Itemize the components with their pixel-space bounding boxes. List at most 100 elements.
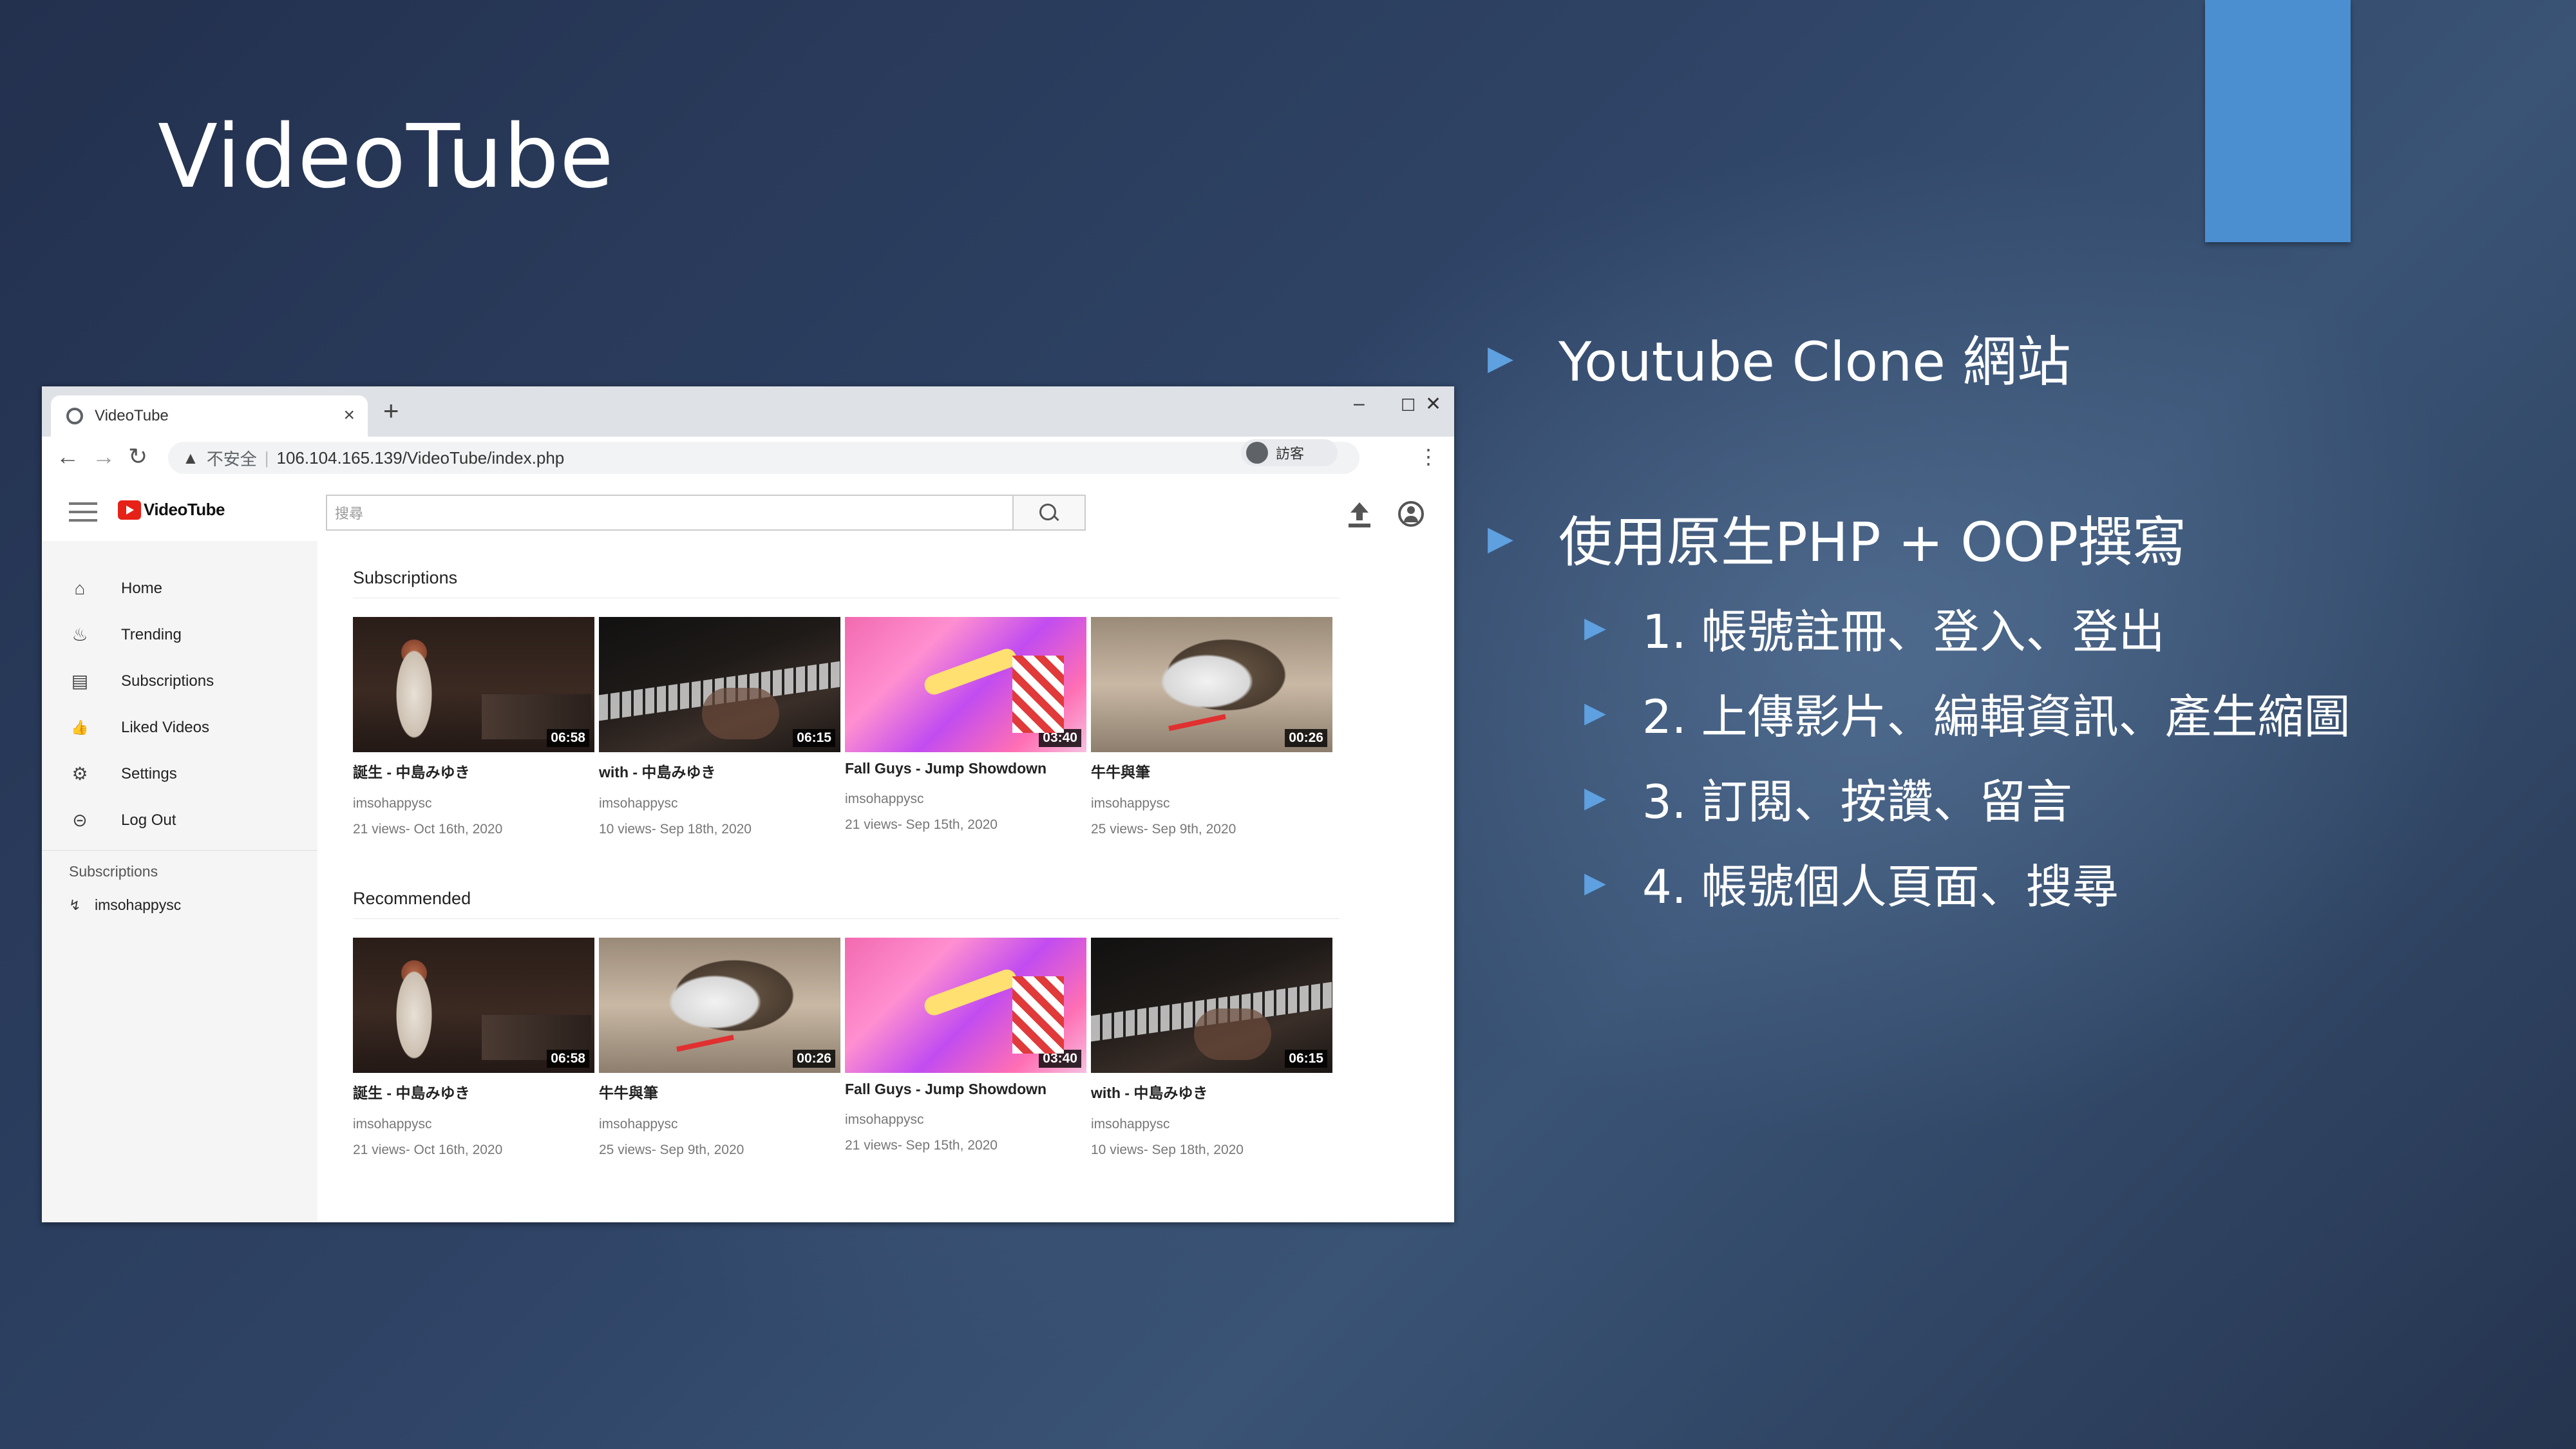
- duration-badge: 06:58: [547, 1050, 589, 1068]
- duration-badge: 03:40: [1039, 729, 1081, 747]
- bullet-arrow-icon: ▶: [1488, 338, 1513, 377]
- video-card[interactable]: 06:15 with - 中島みゆき imsohappysc 10 views-…: [599, 617, 840, 837]
- sidebar-item-home[interactable]: ⌂ Home: [42, 569, 317, 608]
- main-content: Subscriptions 06:58 誕生 - 中島みゆき imsohappy…: [317, 541, 1454, 1222]
- window-close-button[interactable]: ✕: [1425, 393, 1441, 415]
- video-channel[interactable]: imsohappysc: [1091, 796, 1332, 811]
- browser-menu-icon[interactable]: ⋮: [1418, 444, 1439, 469]
- account-icon[interactable]: [1398, 501, 1424, 527]
- video-channel[interactable]: imsohappysc: [353, 1117, 594, 1132]
- video-channel[interactable]: imsohappysc: [1091, 1117, 1332, 1132]
- browser-window: VideoTube × + – ☐ ✕ ← → ↻ ▲ 不安全 | 106.10…: [42, 386, 1454, 1222]
- guest-label: 訪客: [1276, 446, 1305, 462]
- video-card[interactable]: 03:40 Fall Guys - Jump Showdown imsohapp…: [845, 617, 1086, 833]
- maximize-button[interactable]: ☐: [1401, 395, 1416, 415]
- channel-avatar-icon: ↯: [69, 896, 81, 913]
- sub-bullet-2: ▶ 2. 上傳影片、編輯資訊、產生縮圖: [1584, 679, 2351, 746]
- sidebar-item-label: Liked Videos: [121, 719, 209, 736]
- sub-bullet-text: 3. 訂閱、按讚、留言: [1642, 775, 2072, 829]
- video-title[interactable]: 牛牛與筆: [1091, 760, 1332, 782]
- video-channel[interactable]: imsohappysc: [845, 791, 1086, 807]
- sidebar-item-label: Subscriptions: [121, 672, 214, 690]
- play-logo-icon: [118, 500, 141, 520]
- video-card[interactable]: 06:15 with - 中島みゆき imsohappysc 10 views-…: [1091, 938, 1332, 1158]
- video-title[interactable]: with - 中島みゆき: [599, 760, 840, 782]
- slide-title: VideoTube: [158, 106, 614, 208]
- url-text: 106.104.165.139/VideoTube/index.php: [276, 448, 565, 468]
- duration-badge: 00:26: [1285, 729, 1327, 747]
- bullet-2: ▶ 使用原生PHP + OOP撰寫: [1488, 499, 2186, 577]
- video-meta: 21 views- Oct 16th, 2020: [353, 822, 503, 837]
- tab-close-button[interactable]: ×: [343, 404, 355, 426]
- guest-profile-button[interactable]: 訪客: [1241, 439, 1338, 466]
- video-channel[interactable]: imsohappysc: [599, 1117, 840, 1132]
- video-thumbnail[interactable]: 06:58: [353, 617, 594, 752]
- sub-bullet-4: ▶ 4. 帳號個人頁面、搜尋: [1584, 849, 2119, 916]
- logo[interactable]: VideoTube: [118, 500, 225, 520]
- sub-bullet-text: 1. 帳號註冊、登入、登出: [1642, 605, 2165, 659]
- back-button[interactable]: ←: [56, 443, 79, 470]
- avatar-icon: [1246, 442, 1268, 464]
- browser-tab[interactable]: VideoTube ×: [51, 395, 368, 437]
- video-thumbnail[interactable]: 06:15: [1091, 938, 1332, 1073]
- video-thumbnail[interactable]: 06:58: [353, 938, 594, 1073]
- bullet-arrow-icon: ▶: [1584, 781, 1606, 814]
- video-meta: 21 views- Sep 15th, 2020: [845, 1138, 998, 1153]
- bullet-arrow-icon: ▶: [1584, 696, 1606, 729]
- video-card[interactable]: 06:58 誕生 - 中島みゆき imsohappysc 21 views- O…: [353, 938, 594, 1158]
- sub-bullet-text: 4. 帳號個人頁面、搜尋: [1642, 860, 2119, 914]
- video-channel[interactable]: imsohappysc: [353, 796, 594, 811]
- video-thumbnail[interactable]: 03:40: [845, 617, 1086, 752]
- home-icon: ⌂: [74, 578, 86, 598]
- upload-icon[interactable]: [1347, 501, 1372, 529]
- sidebar-item-label: Home: [121, 580, 163, 597]
- video-title[interactable]: Fall Guys - Jump Showdown: [845, 1081, 1086, 1098]
- video-title[interactable]: 誕生 - 中島みゆき: [353, 1081, 594, 1103]
- search-button[interactable]: [1014, 495, 1086, 531]
- section-title-recommended: Recommended: [353, 889, 471, 908]
- video-card[interactable]: 06:58 誕生 - 中島みゆき imsohappysc 21 views- O…: [353, 617, 594, 837]
- sidebar-item-log-out[interactable]: ⊝ Log Out: [42, 801, 317, 840]
- duration-badge: 06:15: [1285, 1050, 1327, 1068]
- video-card[interactable]: 00:26 牛牛與筆 imsohappysc 25 views- Sep 9th…: [599, 938, 840, 1158]
- sidebar-subscriptions-heading: Subscriptions: [69, 863, 158, 880]
- minimize-button[interactable]: –: [1354, 393, 1365, 415]
- sidebar-item-liked-videos[interactable]: 👍 Liked Videos: [42, 708, 317, 747]
- warning-icon: ▲: [182, 448, 199, 468]
- video-thumbnail[interactable]: 03:40: [845, 938, 1086, 1073]
- forward-button[interactable]: →: [92, 443, 115, 470]
- video-thumbnail[interactable]: 00:26: [599, 938, 840, 1073]
- sidebar-item-trending[interactable]: ♨ Trending: [42, 616, 317, 654]
- channel-name: imsohappysc: [95, 896, 182, 913]
- video-title[interactable]: 牛牛與筆: [599, 1081, 840, 1103]
- app-header: VideoTube 搜尋: [42, 479, 1454, 542]
- sidebar-item-settings[interactable]: ⚙ Settings: [42, 755, 317, 793]
- duration-badge: 06:15: [793, 729, 835, 747]
- video-thumbnail[interactable]: 06:15: [599, 617, 840, 752]
- video-meta: 10 views- Sep 18th, 2020: [599, 822, 752, 837]
- video-title[interactable]: 誕生 - 中島みゆき: [353, 760, 594, 782]
- search-input[interactable]: 搜尋: [326, 495, 1014, 531]
- video-channel[interactable]: imsohappysc: [599, 796, 840, 811]
- sub-bullet-1: ▶ 1. 帳號註冊、登入、登出: [1584, 594, 2165, 661]
- reload-button[interactable]: ↻: [128, 443, 147, 470]
- sidebar-item-label: Log Out: [121, 811, 176, 829]
- new-tab-button[interactable]: +: [383, 395, 399, 426]
- video-title[interactable]: with - 中島みゆき: [1091, 1081, 1332, 1103]
- sub-bullet-text: 2. 上傳影片、編輯資訊、產生縮圖: [1642, 690, 2351, 744]
- bullet-arrow-icon: ▶: [1488, 518, 1513, 558]
- video-thumbnail[interactable]: 00:26: [1091, 617, 1332, 752]
- bullet-text: Youtube Clone 網站: [1558, 330, 2071, 393]
- sidebar-item-subscriptions[interactable]: ▤ Subscriptions: [42, 662, 317, 701]
- video-channel[interactable]: imsohappysc: [845, 1112, 1086, 1128]
- url-field[interactable]: ▲ 不安全 | 106.104.165.139/VideoTube/index.…: [168, 442, 1359, 474]
- sidebar-channel-item[interactable]: ↯ imsohappysc: [69, 896, 181, 914]
- duration-badge: 06:58: [547, 729, 589, 747]
- url-separator: |: [264, 448, 269, 468]
- hamburger-menu-icon[interactable]: [69, 502, 97, 527]
- video-title[interactable]: Fall Guys - Jump Showdown: [845, 760, 1086, 777]
- video-card[interactable]: 00:26 牛牛與筆 imsohappysc 25 views- Sep 9th…: [1091, 617, 1332, 837]
- video-card[interactable]: 03:40 Fall Guys - Jump Showdown imsohapp…: [845, 938, 1086, 1153]
- sidebar-item-label: Settings: [121, 765, 177, 782]
- search-icon: [1039, 504, 1056, 520]
